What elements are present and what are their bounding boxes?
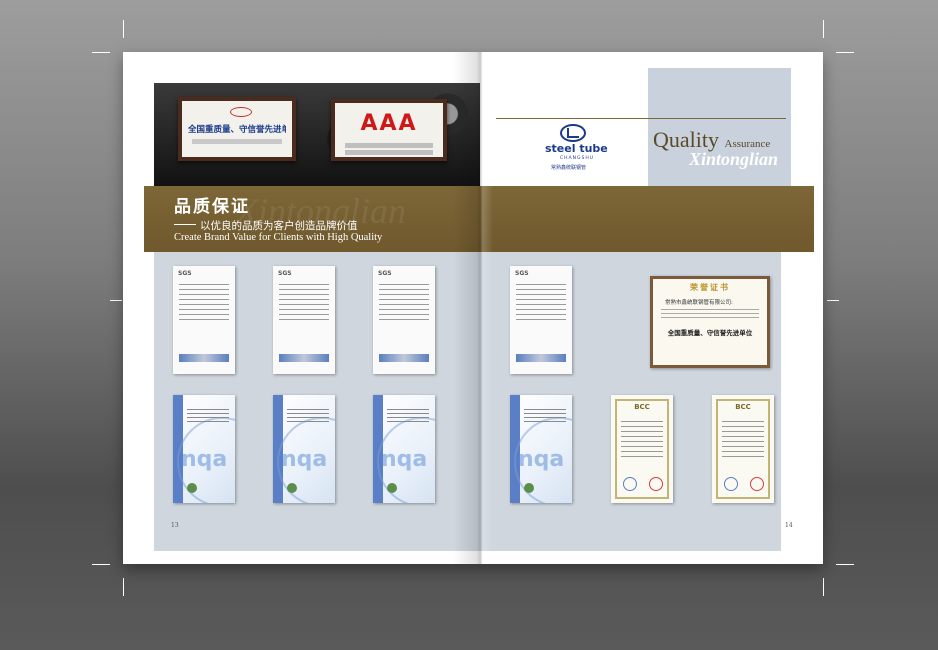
stamp-icon [649,477,663,491]
crop-mark [123,578,124,596]
crop-mark [827,300,839,301]
bcc-certificate: BCC [712,395,774,503]
certificate-text-lines [524,409,566,423]
seal-icon [623,477,637,491]
nqa-certificate: nqa [273,395,335,503]
nqa-watermark: nqa [518,447,565,472]
crop-mark [123,20,124,38]
section-subtitle: 以优良的品质为客户创造品牌价值 [200,220,358,232]
nqa-watermark: nqa [181,447,228,472]
bcc-logo-icon: BCC [735,403,751,411]
certificate-text-lines [387,409,429,423]
section-title: 品质保证 [174,197,250,217]
nqa-certificate: nqa [510,395,572,503]
globe-icon [387,483,397,493]
nqa-watermark: nqa [281,447,328,472]
bcc-certificate: BCC [611,395,673,503]
section-subtitle-english: Create Brand Value for Clients with High… [174,232,383,243]
certificate-panel: SGS SGS SGS nqa nqa nqa [154,252,480,551]
nqa-watermark: nqa [381,447,428,472]
divider [496,118,786,119]
nqa-certificate: nqa [373,395,435,503]
sgs-logo-icon: SGS [515,270,529,277]
steel-tube-logo-icon [560,124,586,142]
aaa-plaque: AAA [331,99,447,161]
plaque-subtitle [345,150,433,155]
globe-icon [187,483,197,493]
brand-name: steel tube [545,142,608,155]
honor-certificate: 荣誉证书 常熟市鑫统联钢管有限公司: 全国重质量、守信誉先进单位 [650,276,770,368]
crop-mark [92,564,110,565]
divider [174,224,196,225]
header-photo: 全国重质量、守信誉先进单位 AAA [154,83,480,186]
nqa-certificate: nqa [173,395,235,503]
crop-mark [92,52,110,53]
sgs-logo-icon: SGS [278,270,292,277]
plaque-title: 全国重质量、守信誉先进单位 [188,125,286,135]
certificate-text-lines [287,409,329,423]
left-page: 全国重质量、守信誉先进单位 AAA SGS SGS SGS nqa [123,52,480,564]
brand-script: Xintonglian [689,149,779,169]
certificate-text-lines [187,409,229,423]
globe-icon [524,483,534,493]
sgs-logo-icon: SGS [178,270,192,277]
sgs-certificate: SGS [273,266,335,374]
honor-title: 全国重质量、守信誉先进单位 [667,329,753,337]
page-number: 14 [785,522,793,529]
award-plaque: 全国重质量、守信誉先进单位 [178,97,296,161]
brand-subtitle: CHANGSHU [560,156,594,161]
seal-icon [724,477,738,491]
sgs-logo-icon: SGS [378,270,392,277]
certificate-text-lines [722,421,764,461]
page-number: 13 [171,522,179,529]
stamp-icon [750,477,764,491]
plaque-subtitle [192,139,282,144]
globe-icon [287,483,297,493]
plaque-subtitle [345,143,433,148]
aaa-label: AAA [360,111,418,136]
certificate-text-lines [621,421,663,461]
section-banner: Xintonglian 品质保证 以优良的品质为客户创造品牌价值 Create … [144,186,814,252]
brand-chinese-name: 常熟鑫统联钢管 [551,165,587,171]
crop-mark [836,52,854,53]
honor-heading: 荣誉证书 [690,282,730,292]
cqca-logo-icon [230,107,252,117]
sgs-certificate: SGS [173,266,235,374]
sgs-certificate: SGS [373,266,435,374]
certificate-text-lines [661,309,759,321]
crop-mark [823,578,824,596]
crop-mark [836,564,854,565]
honor-org: 常熟市鑫统联钢管有限公司: [665,300,733,306]
crop-mark [110,300,122,301]
sgs-certificate: SGS [510,266,572,374]
crop-mark [823,20,824,38]
bcc-logo-icon: BCC [634,403,650,411]
brochure-spread: 全国重质量、守信誉先进单位 AAA SGS SGS SGS nqa [123,52,823,564]
